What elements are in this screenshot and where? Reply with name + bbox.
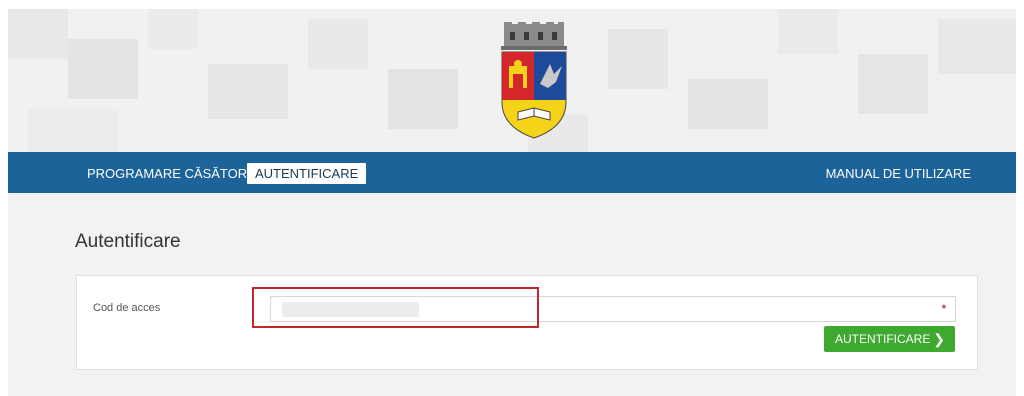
banner-tile (608, 29, 668, 89)
login-submit-button[interactable]: AUTENTIFICARE ❯ (824, 326, 955, 352)
page-title: Autentificare (75, 231, 181, 252)
banner-tile (8, 9, 68, 59)
required-icon: * (941, 303, 946, 315)
access-code-label: Cod de acces (93, 302, 161, 314)
highlight-annotation (252, 287, 539, 328)
nav-item-autentificare[interactable]: AUTENTIFICARE (247, 163, 367, 184)
banner-tile (208, 64, 288, 119)
nav-item-programare-casatorii[interactable]: PROGRAMARE CĂSĂTORII (87, 163, 254, 184)
chevron-right-icon: ❯ (933, 331, 945, 347)
banner-tile (688, 79, 768, 129)
header-banner (8, 9, 1016, 152)
banner-tile (778, 9, 838, 54)
login-submit-label: AUTENTIFICARE (835, 332, 931, 346)
top-navbar: PROGRAMARE CĂSĂTORII AUTENTIFICARE MANUA… (8, 152, 1016, 193)
banner-tile (308, 19, 368, 69)
banner-tile (148, 9, 198, 49)
banner-tile (938, 19, 1016, 74)
banner-tile (28, 109, 118, 152)
banner-tile (858, 54, 928, 114)
banner-tile (68, 39, 138, 99)
city-crest-icon (501, 22, 567, 139)
nav-item-manual[interactable]: MANUAL DE UTILIZARE (826, 163, 971, 184)
banner-tile (388, 69, 458, 129)
